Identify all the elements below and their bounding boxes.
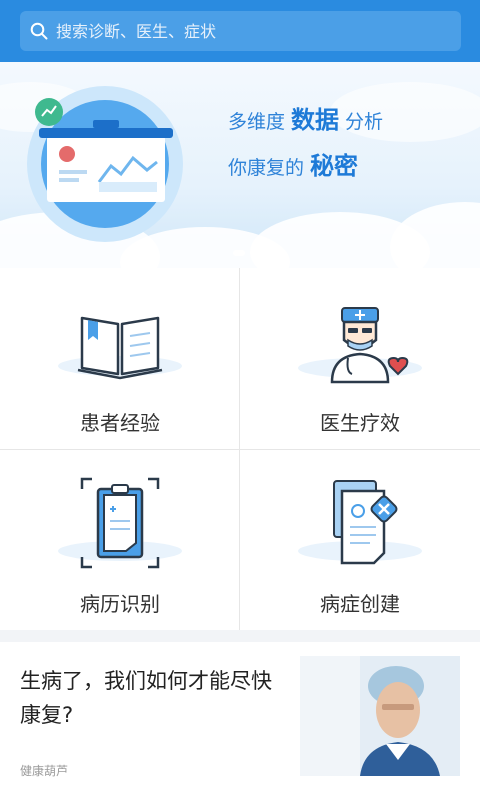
data-board-illustration xyxy=(27,86,183,242)
clipboard-scan-icon xyxy=(58,477,182,569)
banner-headline: 多维度 数据 分析 xyxy=(228,100,383,135)
grid-item-patient-experience[interactable]: 患者经验 xyxy=(0,268,240,449)
search-input[interactable] xyxy=(48,11,461,51)
grid-item-label: 医生疗效 xyxy=(320,411,400,435)
grid-item-label: 病历识别 xyxy=(80,592,160,616)
search-icon xyxy=(30,22,48,40)
doctor-icon xyxy=(298,307,422,384)
grid-item-record-recognition[interactable]: 病历识别 xyxy=(0,449,240,630)
promo-banner[interactable]: 多维度 数据 分析 你康复的 秘密 xyxy=(0,62,480,268)
article-card[interactable]: 生病了，我们如何才能尽快康复? 健康葫芦 xyxy=(0,642,480,800)
grid-item-condition-create[interactable]: 病症创建 xyxy=(240,449,480,630)
grid-item-label: 患者经验 xyxy=(80,411,160,435)
banner-subline: 你康复的 秘密 xyxy=(228,146,364,181)
article-source: 健康葫芦 xyxy=(20,764,69,778)
carousel-dot[interactable] xyxy=(263,250,269,256)
grid-item-doctor-efficacy[interactable]: 医生疗效 xyxy=(240,268,480,449)
search-bar[interactable] xyxy=(20,11,461,51)
open-book-icon xyxy=(58,316,182,380)
carousel-dot[interactable] xyxy=(233,250,245,256)
feature-grid: 患者经验 医生疗效 病历识别 病症创建 xyxy=(0,268,480,630)
banner-text: 分析 xyxy=(345,111,384,133)
top-bar xyxy=(0,0,480,62)
banner-highlight: 秘密 xyxy=(310,152,359,180)
article-title[interactable]: 生病了，我们如何才能尽快康复? xyxy=(20,664,282,732)
banner-text: 多维度 xyxy=(228,111,286,133)
banner-text: 你康复的 xyxy=(228,157,305,179)
carousel-indicator xyxy=(233,250,269,256)
banner-highlight: 数据 xyxy=(291,106,340,134)
document-create-icon xyxy=(298,480,422,565)
doctor-photo[interactable] xyxy=(300,656,460,776)
grid-item-label: 病症创建 xyxy=(320,592,400,616)
carousel-dot[interactable] xyxy=(251,250,257,256)
